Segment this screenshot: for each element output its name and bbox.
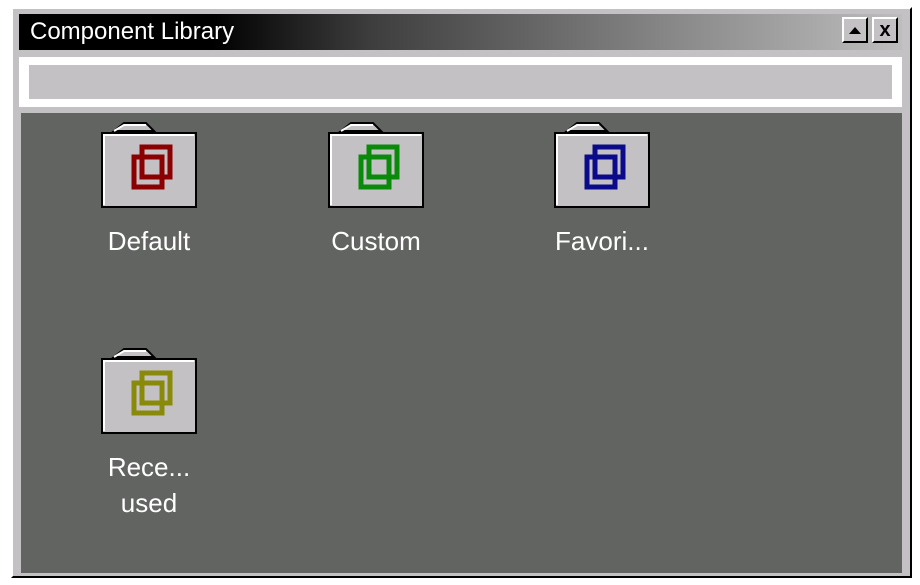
folder-item-favorites[interactable]: Favori... — [527, 121, 677, 259]
folder-icon — [101, 122, 197, 208]
title-bar[interactable]: Component Library x — [19, 14, 902, 50]
title-buttons: x — [842, 17, 898, 43]
filter-bar — [19, 57, 902, 107]
folder-icon — [101, 348, 197, 434]
folder-label: Default — [107, 226, 191, 256]
folder-item-custom[interactable]: Custom — [301, 121, 451, 259]
folder-label: Favori... — [555, 226, 649, 256]
folder-icon — [328, 122, 424, 208]
component-library-window: Component Library x Default Custom Favor… — [11, 7, 912, 578]
maximize-button[interactable] — [842, 17, 868, 43]
folder-view: Default Custom Favori... Rece... used — [21, 113, 902, 573]
close-icon: x — [879, 19, 891, 41]
folder-item-default[interactable]: Default — [74, 121, 224, 259]
folder-label: Rece... used — [107, 452, 191, 518]
folder-label: Custom — [331, 226, 421, 256]
window-title: Component Library — [30, 18, 235, 45]
close-button[interactable]: x — [872, 17, 898, 43]
folder-icon — [554, 122, 650, 208]
filter-input[interactable] — [29, 65, 892, 99]
triangle-up-icon — [849, 26, 861, 34]
folder-item-recently-used[interactable]: Rece... used — [74, 347, 224, 521]
